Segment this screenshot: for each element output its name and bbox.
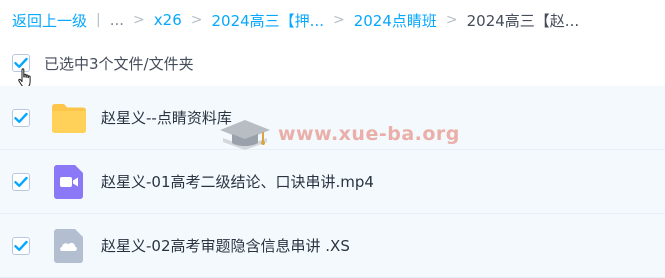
file-row[interactable]: 赵星义-02高考审题隐含信息串讲 .XS <box>0 214 665 278</box>
file-row[interactable]: 赵星义-01高考二级结论、口诀串讲.mp4 <box>0 150 665 214</box>
selection-bar: 已选中3个文件/文件夹 <box>12 52 194 74</box>
breadcrumb: 返回上一级 | ... > x26 > 2024高三【押... > 2024点睛… <box>12 8 579 32</box>
file-list: 赵星义--点睛资料库 赵星义-01高考二级结论、口诀串讲.mp4 赵星义-02高… <box>0 86 665 278</box>
check-icon <box>14 112 28 123</box>
breadcrumb-ellipsis[interactable]: ... <box>110 11 124 29</box>
breadcrumb-current: 2024高三【赵... <box>466 11 580 30</box>
breadcrumb-item[interactable]: 2024点睛班 <box>354 10 437 31</box>
selection-count-text: 已选中3个文件/文件夹 <box>44 54 194 73</box>
breadcrumb-chevron-icon: > <box>445 12 458 28</box>
cloud-file-icon <box>54 229 83 263</box>
file-name[interactable]: 赵星义--点睛资料库 <box>101 107 232 128</box>
breadcrumb-back-link[interactable]: 返回上一级 <box>12 10 87 31</box>
check-icon <box>14 176 28 187</box>
check-icon <box>14 240 28 251</box>
breadcrumb-separator: | <box>96 12 101 28</box>
video-file-icon <box>54 165 83 199</box>
folder-icon <box>52 104 86 133</box>
breadcrumb-chevron-icon: > <box>133 12 145 28</box>
file-name[interactable]: 赵星义-02高考审题隐含信息串讲 .XS <box>101 235 350 256</box>
breadcrumb-item[interactable]: x26 <box>154 11 182 29</box>
file-checkbox[interactable] <box>12 109 30 127</box>
breadcrumb-chevron-icon: > <box>332 12 345 28</box>
file-checkbox[interactable] <box>12 237 30 255</box>
file-row[interactable]: 赵星义--点睛资料库 <box>0 86 665 150</box>
file-name[interactable]: 赵星义-01高考二级结论、口诀串讲.mp4 <box>101 171 374 192</box>
breadcrumb-item[interactable]: 2024高三【押... <box>211 10 323 31</box>
breadcrumb-chevron-icon: > <box>190 12 203 28</box>
file-checkbox[interactable] <box>12 173 30 191</box>
